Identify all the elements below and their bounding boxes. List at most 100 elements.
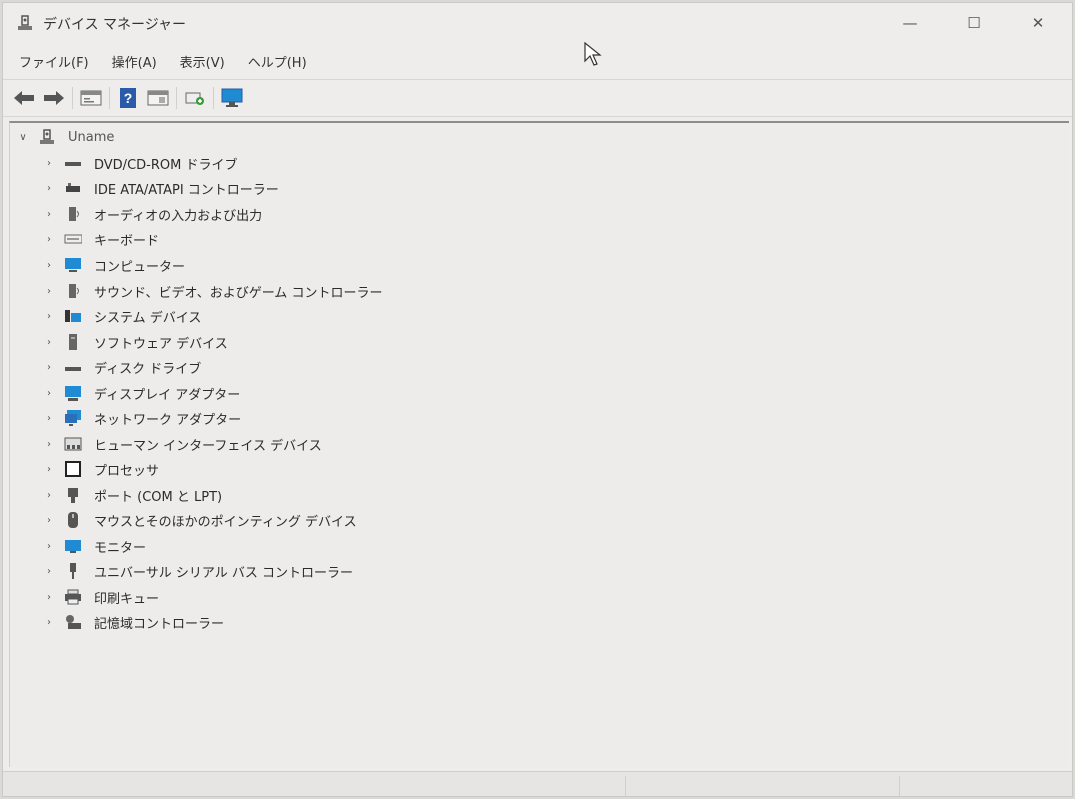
help-button[interactable]: ? <box>113 84 143 112</box>
device-manager-app-icon <box>18 15 32 30</box>
chevron-right-icon[interactable]: › <box>42 209 56 220</box>
usb-icon <box>70 563 76 579</box>
chevron-right-icon[interactable]: › <box>42 286 56 297</box>
tree-item-label: DVD/CD-ROM ドライブ <box>94 157 238 173</box>
minimize-icon: — <box>902 14 918 32</box>
maximize-button[interactable]: ☐ <box>951 7 997 39</box>
tree-item-usb[interactable]: › ユニバーサル シリアル バス コントローラー <box>10 559 410 583</box>
chevron-right-icon[interactable]: › <box>42 439 56 450</box>
toolbar-separator <box>72 87 73 109</box>
tree-item-dvd[interactable]: › DVD/CD-ROM ドライブ <box>10 151 410 175</box>
status-bar <box>3 771 1072 796</box>
toolbar-separator <box>109 87 110 109</box>
chevron-right-icon[interactable]: › <box>42 541 56 552</box>
chevron-right-icon[interactable]: › <box>42 311 56 322</box>
forward-button[interactable] <box>39 84 69 112</box>
tree-item-audio[interactable]: › オーディオの入力および出力 <box>10 202 410 226</box>
chevron-right-icon[interactable]: › <box>42 515 56 526</box>
monitor-icon <box>221 88 243 107</box>
tree-item-label: ディスプレイ アダプター <box>94 387 241 403</box>
chevron-right-icon[interactable]: › <box>42 413 56 424</box>
chevron-right-icon[interactable]: › <box>42 337 56 348</box>
tree-item-label: ディスク ドライブ <box>94 361 202 377</box>
tree-item-display[interactable]: › ディスプレイ アダプター <box>10 381 410 405</box>
tree-item-software[interactable]: › ソフトウェア デバイス <box>10 330 410 354</box>
close-icon: ✕ <box>1031 14 1045 32</box>
tree-item-label: ポート (COM と LPT) <box>94 489 223 505</box>
close-button[interactable]: ✕ <box>1015 7 1061 39</box>
tree-item-label: ソフトウェア デバイス <box>94 336 228 352</box>
tree-item-storage[interactable]: › 記憶域コントローラー <box>10 610 410 634</box>
tree-item-print-queue[interactable]: › 印刷キュー <box>10 585 410 609</box>
chevron-right-icon[interactable]: › <box>42 566 56 577</box>
display-adapter-icon <box>65 386 81 401</box>
maximize-icon: ☐ <box>967 14 981 32</box>
tree-item-label: キーボード <box>94 233 160 249</box>
status-divider <box>899 776 900 796</box>
tree-item-port[interactable]: › ポート (COM と LPT) <box>10 483 410 507</box>
computer-user-icon <box>40 129 54 144</box>
tree-item-processor[interactable]: › プロセッサ <box>10 457 410 481</box>
toolbar: ? <box>3 79 1072 117</box>
view-button[interactable] <box>143 84 173 112</box>
software-device-icon <box>69 334 77 350</box>
svg-text:?: ? <box>124 90 133 106</box>
scan-hardware-button[interactable] <box>180 84 210 112</box>
tree-item-mouse[interactable]: › マウスとそのほかのポインティング デバイス <box>10 508 410 532</box>
menu-help[interactable]: ヘルプ(H) <box>242 49 313 74</box>
keyboard-icon <box>64 234 82 244</box>
chevron-right-icon[interactable]: › <box>42 183 56 194</box>
minimize-button[interactable]: — <box>887 7 933 39</box>
system-device-icon <box>65 310 81 322</box>
help-icon: ? <box>120 88 136 108</box>
tree-item-label: マウスとそのほかのポインティング デバイス <box>94 514 357 530</box>
chevron-right-icon[interactable]: › <box>42 388 56 399</box>
network-adapter-icon <box>65 410 81 426</box>
window-title: デバイス マネージャー <box>43 17 187 33</box>
tree-item-system[interactable]: › システム デバイス <box>10 304 410 328</box>
tree-item-label: プロセッサ <box>94 463 160 479</box>
chevron-right-icon[interactable]: › <box>42 260 56 271</box>
scan-hardware-icon <box>185 92 204 105</box>
chevron-right-icon[interactable]: › <box>42 592 56 603</box>
dvd-drive-icon <box>65 162 81 166</box>
menu-view[interactable]: 表示(V) <box>174 49 231 74</box>
tree-item-label: サウンド、ビデオ、およびゲーム コントローラー <box>94 285 383 301</box>
back-button[interactable] <box>9 84 39 112</box>
tree-root-label: Uname <box>68 129 115 145</box>
menu-bar: ファイル(F) 操作(A) 表示(V) ヘルプ(H) <box>3 47 1072 75</box>
menu-file[interactable]: ファイル(F) <box>13 49 95 74</box>
tree-item-label: モニター <box>94 540 147 556</box>
tree-item-monitor[interactable]: › モニター <box>10 534 410 558</box>
tree-item-disk[interactable]: › ディスク ドライブ <box>10 355 410 379</box>
tree-item-sound[interactable]: › サウンド、ビデオ、およびゲーム コントローラー <box>10 279 410 303</box>
tree-item-computer[interactable]: › コンピューター <box>10 253 410 277</box>
title-bar[interactable]: デバイス マネージャー — ☐ ✕ <box>3 3 1072 43</box>
chevron-right-icon[interactable]: › <box>42 490 56 501</box>
processor-icon <box>65 461 81 477</box>
tree-item-label: システム デバイス <box>94 310 202 326</box>
tree-item-label: 記憶域コントローラー <box>94 616 225 632</box>
tree-item-network[interactable]: › ネットワーク アダプター <box>10 406 410 430</box>
monitor-button[interactable] <box>217 84 247 112</box>
mouse-icon <box>68 512 78 528</box>
sound-icon <box>69 284 79 298</box>
back-arrow-icon <box>14 91 34 105</box>
tree-item-ide[interactable]: › IDE ATA/ATAPI コントローラー <box>10 176 410 200</box>
chevron-down-icon[interactable]: ∨ <box>16 132 30 143</box>
menu-action[interactable]: 操作(A) <box>106 49 163 74</box>
tree-root[interactable]: ∨ Uname <box>10 125 410 149</box>
device-tree[interactable]: ∨ Uname › DVD/CD-ROM ドライブ › IDE ATA/ATAP… <box>9 121 1069 767</box>
chevron-right-icon[interactable]: › <box>42 362 56 373</box>
tree-item-keyboard[interactable]: › キーボード <box>10 227 410 251</box>
chevron-right-icon[interactable]: › <box>42 234 56 245</box>
hid-icon <box>64 437 82 451</box>
chevron-right-icon[interactable]: › <box>42 464 56 475</box>
chevron-right-icon[interactable]: › <box>42 158 56 169</box>
properties-icon <box>80 90 102 106</box>
tree-item-label: ユニバーサル シリアル バス コントローラー <box>94 565 354 581</box>
tree-item-hid[interactable]: › ヒューマン インターフェイス デバイス <box>10 432 410 456</box>
properties-button[interactable] <box>76 84 106 112</box>
chevron-right-icon[interactable]: › <box>42 617 56 628</box>
printer-icon <box>65 589 81 605</box>
